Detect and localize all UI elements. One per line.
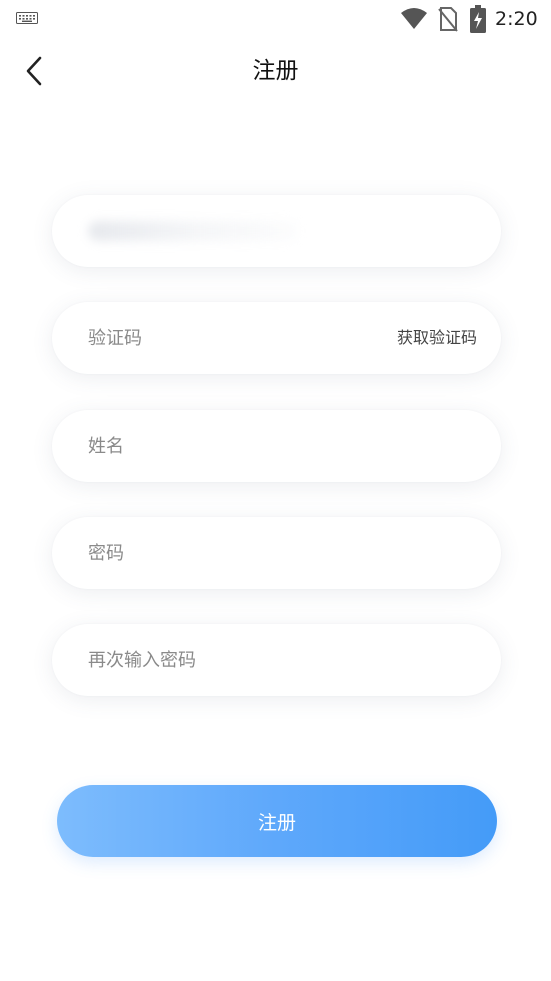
wifi-icon	[401, 8, 427, 29]
name-field[interactable]	[52, 410, 501, 482]
verification-code-input[interactable]	[88, 302, 388, 374]
verification-code-field[interactable]: 获取验证码	[52, 302, 501, 374]
page-title: 注册	[252, 58, 299, 84]
battery-charging-icon	[470, 5, 486, 33]
name-input[interactable]	[88, 410, 388, 482]
no-sim-icon	[438, 7, 458, 32]
register-button[interactable]: 注册	[57, 785, 497, 857]
status-time: 2:20	[495, 8, 538, 30]
phone-input[interactable]	[88, 195, 388, 267]
get-code-button[interactable]: 获取验证码	[397, 302, 477, 374]
register-screen: 2:20 注册 获取验证码 注册	[0, 0, 551, 981]
status-bar: 2:20	[0, 0, 551, 38]
confirm-password-input[interactable]	[88, 624, 388, 696]
phone-field[interactable]	[52, 195, 501, 267]
password-field[interactable]	[52, 517, 501, 589]
confirm-password-field[interactable]	[52, 624, 501, 696]
keyboard-icon	[16, 12, 38, 24]
password-input[interactable]	[88, 517, 388, 589]
